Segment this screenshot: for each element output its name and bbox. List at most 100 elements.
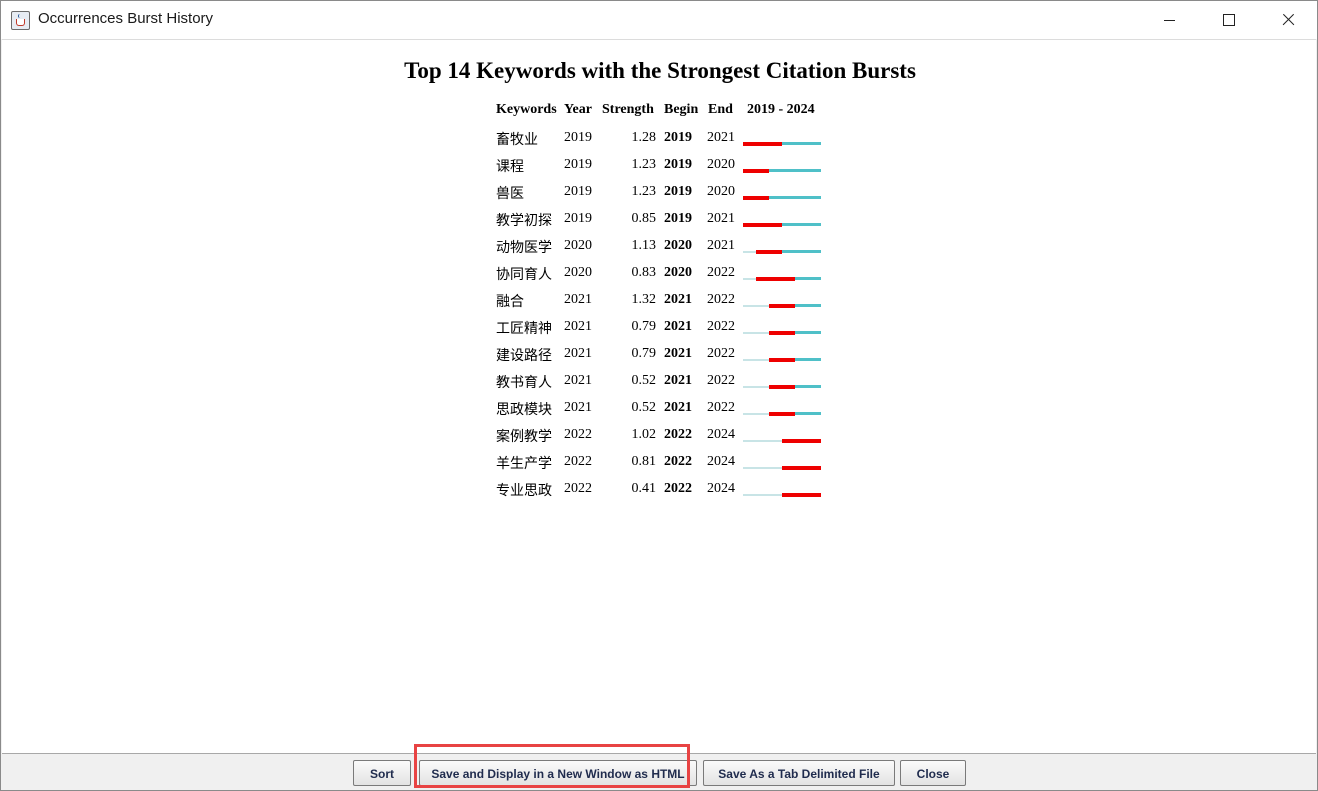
burst-history-window: Occurrences Burst History Top 14 Keyword… — [0, 0, 1318, 791]
pre-appearance-segment — [743, 332, 769, 334]
strength-cell: 0.81 — [631, 454, 657, 469]
strength-cell: 0.79 — [631, 319, 657, 334]
year-cell: 2021 — [564, 373, 592, 388]
pre-appearance-segment — [743, 305, 769, 307]
pre-appearance-segment — [743, 251, 756, 253]
table-row: 思政模块 2021 0.52 2021 2022 — [2, 399, 1316, 426]
end-cell: 2021 — [707, 238, 735, 253]
pre-appearance-segment — [743, 278, 756, 280]
end-cell: 2022 — [707, 265, 735, 280]
pre-appearance-segment — [743, 494, 782, 496]
burst-segment — [782, 439, 821, 443]
table-row: 课程 2019 1.23 2019 2020 — [2, 156, 1316, 183]
year-cell: 2021 — [564, 400, 592, 415]
begin-cell: 2022 — [664, 427, 692, 442]
strength-cell: 0.85 — [631, 211, 657, 226]
end-cell: 2022 — [707, 346, 735, 361]
end-cell: 2021 — [707, 211, 735, 226]
burst-segment — [769, 331, 795, 335]
report-panel: Top 14 Keywords with the Strongest Citat… — [2, 39, 1316, 754]
begin-cell: 2019 — [664, 211, 692, 226]
pre-appearance-segment — [743, 440, 782, 442]
table-row: 兽医 2019 1.23 2019 2020 — [2, 183, 1316, 210]
begin-cell: 2020 — [664, 265, 692, 280]
save-tab-delimited-button[interactable]: Save As a Tab Delimited File — [703, 760, 895, 786]
burst-timeline-bar — [743, 169, 821, 173]
year-cell: 2022 — [564, 454, 592, 469]
strength-cell: 1.23 — [631, 184, 657, 199]
strength-cell: 0.52 — [631, 400, 657, 415]
begin-cell: 2021 — [664, 346, 692, 361]
burst-segment — [769, 412, 795, 416]
header-range: 2019 - 2024 — [747, 102, 815, 117]
year-cell: 2022 — [564, 427, 592, 442]
keyword-cell: 专业思政 — [496, 483, 552, 499]
table-row: 教学初探 2019 0.85 2019 2021 — [2, 210, 1316, 237]
table-row: 动物医学 2020 1.13 2020 2021 — [2, 237, 1316, 264]
table-row: 羊生产学 2022 0.81 2022 2024 — [2, 453, 1316, 480]
strength-cell: 1.13 — [631, 238, 657, 253]
keyword-cell: 畜牧业 — [496, 132, 538, 148]
keyword-cell: 融合 — [496, 294, 524, 310]
keyword-cell: 羊生产学 — [496, 456, 552, 472]
strength-cell: 0.83 — [631, 265, 657, 280]
year-cell: 2019 — [564, 130, 592, 145]
close-window-icon[interactable] — [1259, 1, 1317, 39]
burst-timeline-bar — [743, 493, 821, 497]
year-cell: 2020 — [564, 238, 592, 253]
burst-segment — [743, 169, 769, 173]
burst-timeline-bar — [743, 385, 821, 389]
table-row: 专业思政 2022 0.41 2022 2024 — [2, 480, 1316, 507]
close-button[interactable]: Close — [900, 760, 966, 786]
burst-segment — [743, 142, 782, 146]
end-cell: 2022 — [707, 373, 735, 388]
strength-cell: 0.41 — [631, 481, 657, 496]
burst-timeline-bar — [743, 331, 821, 335]
end-cell: 2020 — [707, 157, 735, 172]
begin-cell: 2019 — [664, 184, 692, 199]
header-year: Year — [564, 102, 592, 117]
header-strength: Strength — [602, 102, 654, 117]
keyword-cell: 思政模块 — [496, 402, 552, 418]
begin-cell: 2021 — [664, 292, 692, 307]
burst-timeline-bar — [743, 358, 821, 362]
end-cell: 2020 — [707, 184, 735, 199]
pre-appearance-segment — [743, 386, 769, 388]
begin-cell: 2020 — [664, 238, 692, 253]
burst-timeline-bar — [743, 466, 821, 470]
begin-cell: 2021 — [664, 319, 692, 334]
year-cell: 2019 — [564, 211, 592, 226]
table-row: 教书育人 2021 0.52 2021 2022 — [2, 372, 1316, 399]
strength-cell: 1.23 — [631, 157, 657, 172]
end-cell: 2022 — [707, 319, 735, 334]
burst-segment — [743, 223, 782, 227]
end-cell: 2022 — [707, 400, 735, 415]
strength-cell: 0.79 — [631, 346, 657, 361]
end-cell: 2024 — [707, 454, 735, 469]
pre-appearance-segment — [743, 467, 782, 469]
year-cell: 2021 — [564, 346, 592, 361]
java-app-icon — [11, 11, 30, 30]
year-cell: 2022 — [564, 481, 592, 496]
burst-segment — [769, 358, 795, 362]
burst-segment — [756, 250, 782, 254]
burst-timeline-bar — [743, 412, 821, 416]
year-cell: 2019 — [564, 157, 592, 172]
sort-button[interactable]: Sort — [353, 760, 411, 786]
title-bar[interactable]: Occurrences Burst History — [1, 1, 1317, 39]
pre-appearance-segment — [743, 413, 769, 415]
pre-appearance-segment — [743, 359, 769, 361]
table-row: 工匠精神 2021 0.79 2021 2022 — [2, 318, 1316, 345]
begin-cell: 2022 — [664, 481, 692, 496]
keyword-cell: 工匠精神 — [496, 321, 552, 337]
highlight-annotation — [414, 744, 690, 788]
burst-timeline-bar — [743, 196, 821, 200]
end-cell: 2021 — [707, 130, 735, 145]
maximize-icon[interactable] — [1200, 1, 1258, 39]
keyword-cell: 兽医 — [496, 186, 524, 202]
keyword-cell: 教书育人 — [496, 375, 552, 391]
report-title: Top 14 Keywords with the Strongest Citat… — [404, 58, 916, 83]
year-cell: 2020 — [564, 265, 592, 280]
begin-cell: 2022 — [664, 454, 692, 469]
minimize-icon[interactable] — [1141, 1, 1199, 39]
